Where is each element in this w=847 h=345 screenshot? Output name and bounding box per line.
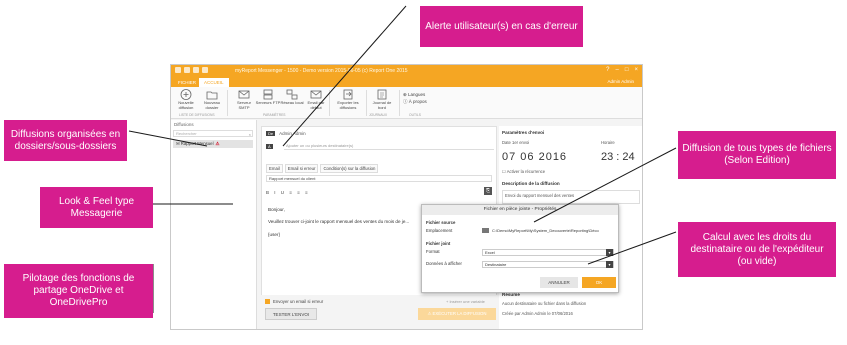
callout-rights: Calcul avec les droits du destinataire o…: [678, 222, 836, 277]
connector-line: [533, 147, 677, 223]
callout-folders: Diffusions organisées en dossiers/sous-d…: [4, 120, 127, 161]
callout-alert: Alerte utilisateur(s) en cas d'erreur: [420, 6, 583, 47]
connector-line: [587, 231, 677, 265]
callout-files: Diffusion de tous types de fichiers (Sel…: [678, 131, 836, 179]
callout-look: Look & Feel type Messagerie: [40, 187, 153, 228]
connector-line: [282, 5, 407, 147]
connector-line: [128, 130, 208, 147]
callout-onedrive: Pilotage des fonctions de partage OneDri…: [4, 264, 153, 318]
